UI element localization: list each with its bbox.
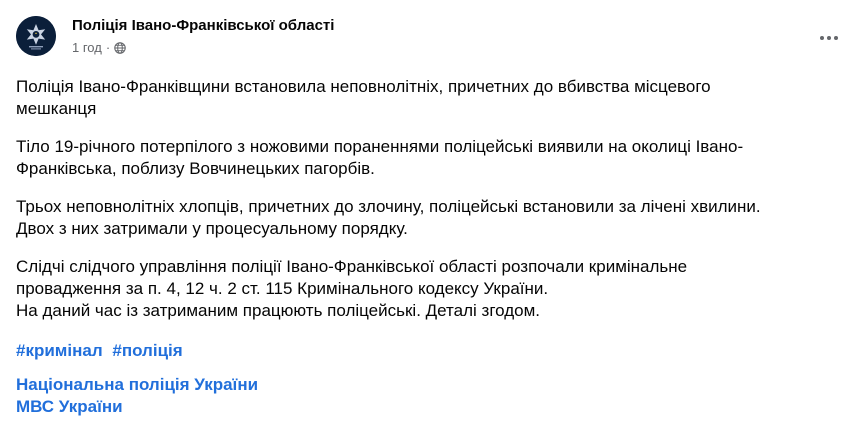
- dot: [834, 36, 838, 40]
- hashtag-link[interactable]: #кримінал: [16, 341, 103, 360]
- post-paragraph-3: Трьох неповнолітніх хлопців, причетних д…: [16, 197, 761, 238]
- post-paragraph-1: Поліція Івано-Франківщини встановила неп…: [16, 77, 711, 118]
- post-paragraph-2: Тіло 19-річного потерпілого з ножовими п…: [16, 137, 744, 178]
- hashtags: #кримінал #поліція: [16, 340, 188, 362]
- post-meta: Поліція Івано-Франківської області 1 год…: [72, 16, 334, 56]
- more-horizontal-icon[interactable]: [811, 28, 847, 48]
- globe-icon[interactable]: [114, 42, 126, 54]
- page-name-link[interactable]: Поліція Івано-Франківської області: [72, 16, 334, 36]
- hashtag-link[interactable]: #поліція: [112, 341, 182, 360]
- mention-link[interactable]: МВС України: [16, 396, 258, 418]
- post-header: Поліція Івано-Франківської області 1 год…: [16, 12, 334, 60]
- mentions: Національна поліція України МВС України: [16, 374, 258, 418]
- mention-link[interactable]: Національна поліція України: [16, 374, 258, 396]
- post-subline: 1 год ·: [72, 40, 334, 56]
- page-avatar[interactable]: [16, 16, 56, 56]
- separator-dot: ·: [105, 40, 111, 55]
- dot: [820, 36, 824, 40]
- police-badge-icon: [16, 16, 56, 56]
- post-paragraph-4: Слідчі слідчого управління поліції Івано…: [16, 257, 688, 320]
- dot: [827, 36, 831, 40]
- post-time[interactable]: 1 год: [72, 40, 102, 56]
- facebook-post: Поліція Івано-Франківської області 1 год…: [0, 0, 859, 436]
